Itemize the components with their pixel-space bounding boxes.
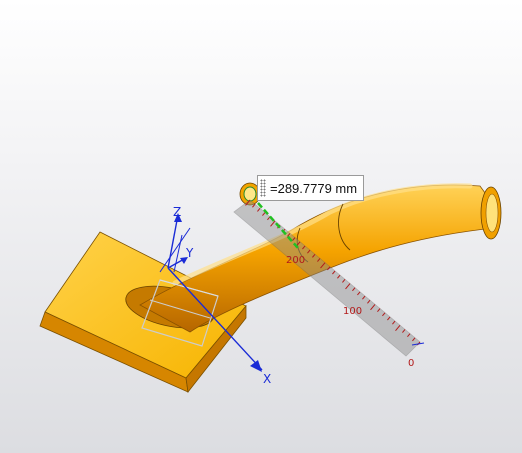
measurement-value: =289.7779 mm [270, 180, 358, 196]
x-axis-arrow-icon [250, 360, 262, 372]
x-axis-label: X [263, 372, 271, 386]
triad-guide-line [173, 234, 183, 273]
z-axis-label: Z [173, 205, 181, 219]
drag-handle-icon[interactable] [260, 179, 266, 197]
y-axis-label: Y [185, 246, 194, 260]
ruler-tick-label-100: 100 [343, 306, 362, 317]
boss-inner [243, 186, 257, 202]
ruler-tick-label-0: 0 [408, 358, 414, 369]
tube-end-inner [485, 193, 499, 233]
measurement-readout[interactable]: =289.7779 mm [257, 175, 365, 201]
ruler-tick-label-200: 200 [286, 255, 305, 266]
model-scene[interactable]: 200 100 0 Z Y X [0, 0, 522, 453]
graphics-viewport[interactable]: 200 100 0 Z Y X =289.7779 mm [0, 0, 522, 453]
